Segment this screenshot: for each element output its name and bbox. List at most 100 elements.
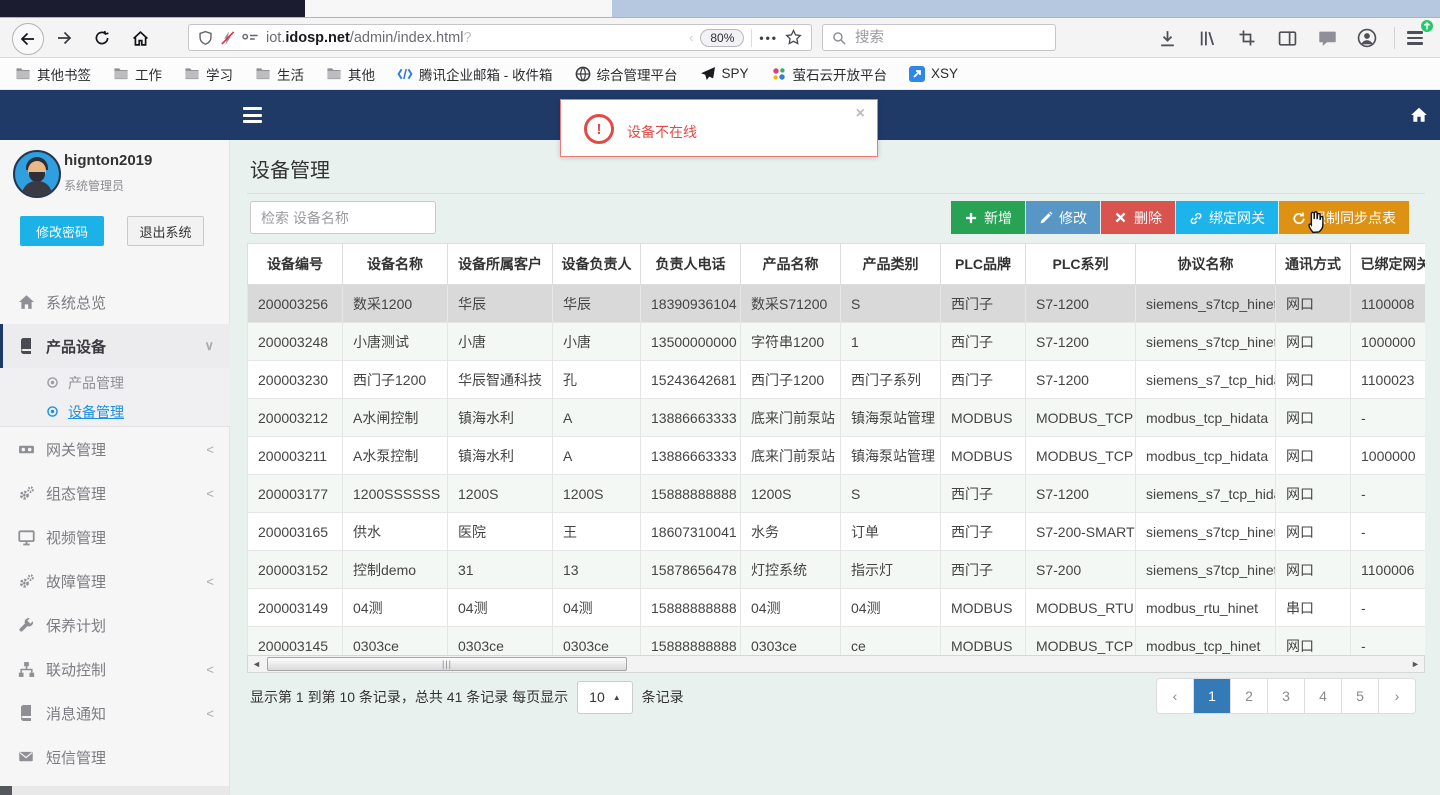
blocked-content-icon[interactable] (220, 30, 235, 46)
url-bar[interactable]: iot.idosp.net/admin/index.html? ‹ 80% ••… (188, 24, 812, 51)
bookmark-item[interactable]: 学习 (184, 64, 233, 84)
table-cell[interactable]: 0303ce (740, 626, 841, 655)
scrollbar-thumb[interactable]: ||| (267, 657, 627, 671)
change-password-button[interactable]: 修改密码 (20, 216, 104, 246)
table-cell[interactable]: 控制demo (342, 550, 448, 589)
column-header[interactable]: 通讯方式 (1275, 243, 1351, 285)
table-cell[interactable]: modbus_rtu_hinet (1135, 588, 1276, 627)
back-button[interactable] (12, 23, 44, 55)
bookmark-item[interactable]: 其他 (326, 64, 375, 84)
bookmark-item[interactable]: XSY (909, 65, 958, 82)
table-cell[interactable]: S7-1200 (1025, 360, 1136, 399)
table-cell[interactable]: 西门子1200 (342, 360, 448, 399)
account-icon[interactable] (1356, 27, 1378, 49)
table-cell[interactable]: 0303ce (552, 626, 641, 655)
bookmark-star-icon[interactable] (785, 29, 802, 46)
page-4[interactable]: 4 (1304, 679, 1341, 713)
table-cell[interactable]: 0303ce (342, 626, 448, 655)
table-cell[interactable]: 订单 (840, 512, 941, 551)
table-cell[interactable]: MODBUS_TCP (1025, 436, 1136, 475)
table-cell[interactable]: 灯控系统 (740, 550, 841, 589)
table-cell[interactable]: A水泵控制 (342, 436, 448, 475)
table-cell[interactable]: 西门子 (940, 322, 1026, 361)
reload-button[interactable] (92, 29, 112, 47)
shield-icon[interactable] (198, 30, 213, 46)
browser-search-input[interactable] (853, 28, 1046, 47)
table-row[interactable]: 200003230 西门子1200 华辰智通科技孔 15243642681 西门子120… (247, 360, 1425, 399)
bookmark-item[interactable]: 腾讯企业邮箱 - 收件箱 (397, 64, 553, 84)
table-cell[interactable]: 镇海泵站管理 (840, 436, 941, 475)
table-cell[interactable]: 数采S71200 (740, 284, 841, 323)
table-cell[interactable]: A水闸控制 (342, 398, 448, 437)
table-cell[interactable]: 底来门前泵站 (740, 436, 841, 475)
table-row[interactable]: 200003212 A水闸控制 镇海水利 A 13886663333 底来门前泵站 镇海泵站… (247, 398, 1425, 437)
close-icon[interactable]: × (856, 105, 865, 123)
table-cell[interactable]: 西门子 (940, 284, 1026, 323)
table-cell[interactable]: siemens_s7tcp_hinet (1135, 550, 1276, 589)
table-cell[interactable]: 200003152 (247, 550, 343, 589)
table-cell[interactable]: S (840, 474, 941, 513)
table-cell[interactable]: 西门子1200 (740, 360, 841, 399)
table-cell[interactable]: modbus_tcp_hidata (1135, 436, 1276, 475)
column-header[interactable]: 负责人电话 (640, 243, 741, 285)
table-cell[interactable]: 镇海水利 (447, 436, 553, 475)
table-cell[interactable]: 底来门前泵站 (740, 398, 841, 437)
table-cell[interactable]: modbus_tcp_hinet (1135, 626, 1276, 655)
table-cell[interactable]: 镇海水利 (447, 398, 553, 437)
table-cell[interactable]: MODBUS_TCP (1025, 398, 1136, 437)
sidebar-scrollbar[interactable] (0, 786, 229, 795)
table-cell[interactable]: 1200S (740, 474, 841, 513)
table-cell[interactable]: 04测 (740, 588, 841, 627)
horizontal-scrollbar[interactable]: ◄ ||| ► (247, 655, 1425, 673)
device-search-input[interactable] (250, 201, 436, 234)
bookmark-item[interactable]: 其他书签 (15, 64, 91, 84)
table-cell[interactable]: 200003256 (247, 284, 343, 323)
sidebar-subitem[interactable]: 设备管理 (0, 397, 230, 426)
table-cell[interactable]: 网口 (1275, 360, 1351, 399)
table-cell[interactable]: 04测 (552, 588, 641, 627)
table-row[interactable]: 200003165 供水 医院王 18607310041 水务 订单 西门子 S7-200-S… (247, 512, 1425, 551)
table-cell[interactable]: 200003230 (247, 360, 343, 399)
sidebar-item[interactable]: 组态管理 < (0, 471, 230, 515)
table-cell[interactable]: 西门子 (940, 550, 1026, 589)
sidebar-item[interactable]: 联动控制 < (0, 647, 230, 691)
table-row[interactable]: 200003152 控制demo 31 13 15878656478 灯控系统 指示灯 西门子… (247, 550, 1425, 589)
table-cell[interactable]: 小唐 (447, 322, 553, 361)
app-home-icon[interactable] (1410, 106, 1428, 124)
column-header[interactable]: 设备所属客户 (447, 243, 553, 285)
table-cell[interactable]: 200003211 (247, 436, 343, 475)
sidebar-item[interactable]: 短信管理 (0, 735, 230, 779)
table-cell[interactable]: 13500000000 (640, 322, 741, 361)
table-cell[interactable]: - (1350, 398, 1425, 437)
table-cell[interactable]: 1 (840, 322, 941, 361)
table-cell[interactable]: 1000000 (1350, 436, 1425, 475)
force-sync-button[interactable]: 强制同步点表 (1279, 201, 1409, 234)
table-cell[interactable]: S (840, 284, 941, 323)
table-cell[interactable]: 网口 (1275, 398, 1351, 437)
table-cell[interactable]: 13886663333 (640, 436, 741, 475)
table-cell[interactable]: 数采1200 (342, 284, 448, 323)
table-cell[interactable]: 西门子 (940, 474, 1026, 513)
table-cell[interactable]: 200003248 (247, 322, 343, 361)
table-cell[interactable]: 串口 (1275, 588, 1351, 627)
table-cell[interactable]: 镇海泵站管理 (840, 398, 941, 437)
screenshot-icon[interactable] (1236, 27, 1258, 49)
table-cell[interactable]: - (1350, 512, 1425, 551)
page-size-dropdown[interactable]: 10 ▲ (577, 680, 633, 714)
table-cell[interactable]: 网口 (1275, 626, 1351, 655)
scroll-right-icon[interactable]: ► (1408, 657, 1423, 671)
table-cell[interactable]: 孔 (552, 360, 641, 399)
table-cell[interactable]: 1200S (447, 474, 553, 513)
page-5[interactable]: 5 (1341, 679, 1378, 713)
pocket-bubble-icon[interactable] (1316, 27, 1338, 49)
table-cell[interactable]: MODBUS (940, 588, 1026, 627)
table-cell[interactable]: 13886663333 (640, 398, 741, 437)
sidebar-item[interactable]: 故障管理 < (0, 559, 230, 603)
table-cell[interactable]: 西门子 (940, 512, 1026, 551)
table-row[interactable]: 200003256 数采1200 华辰 华辰 18390936104 数采S71200 S 西… (247, 284, 1425, 323)
table-cell[interactable]: 网口 (1275, 436, 1351, 475)
table-row[interactable]: 200003149 04测 04测 04测 15888888888 04测 04测 MODBU… (247, 588, 1425, 627)
bookmark-item[interactable]: 萤石云开放平台 (771, 64, 887, 84)
table-cell[interactable]: 网口 (1275, 474, 1351, 513)
table-cell[interactable]: 1100023 (1350, 360, 1425, 399)
